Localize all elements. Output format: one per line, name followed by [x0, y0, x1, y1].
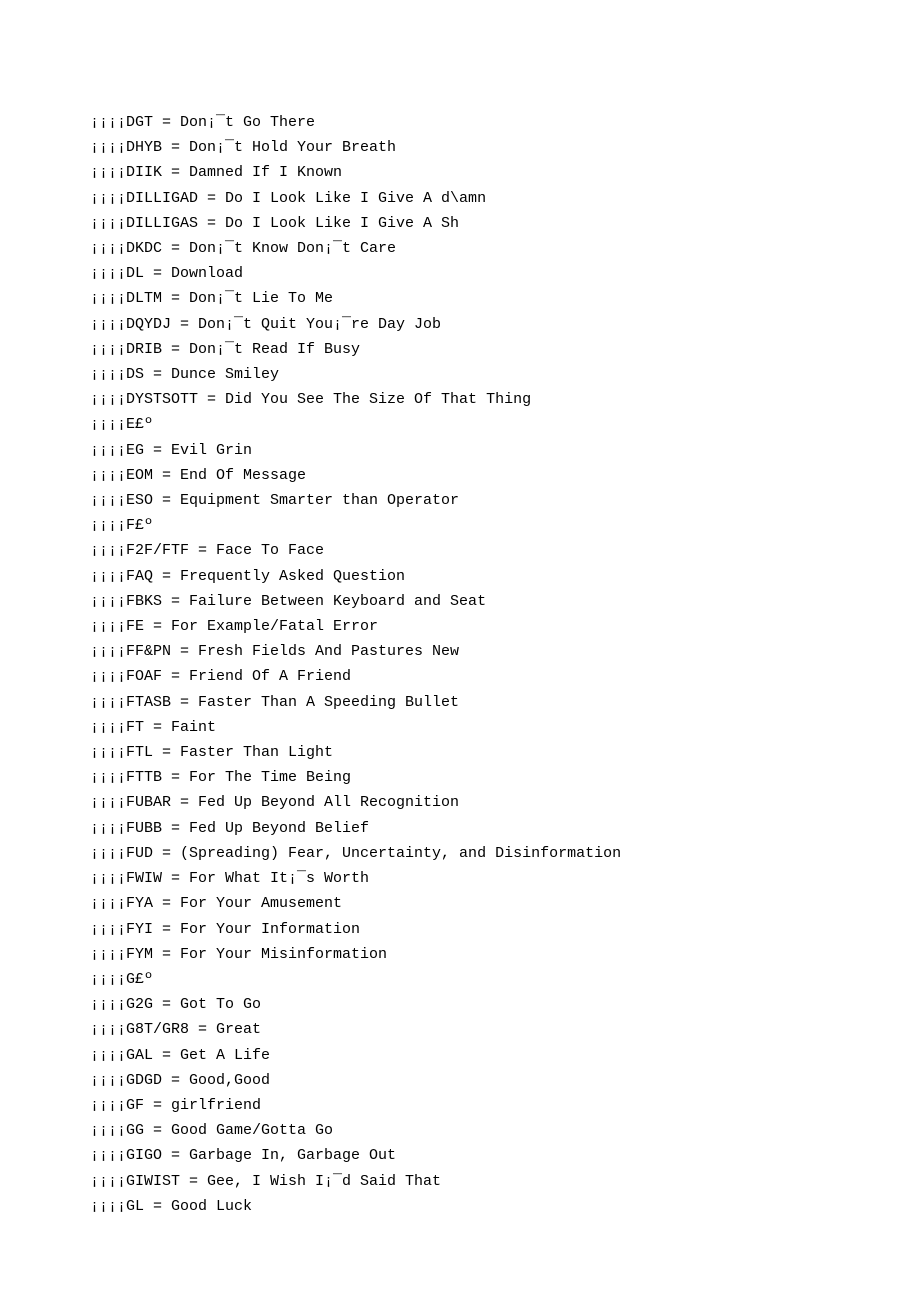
text-line: ¡¡¡¡FT = Faint [90, 715, 920, 740]
text-line: ¡¡¡¡DRIB = Don¡¯t Read If Busy [90, 337, 920, 362]
text-line: ¡¡¡¡DIIK = Damned If I Known [90, 160, 920, 185]
text-line: ¡¡¡¡DQYDJ = Don¡¯t Quit You¡¯re Day Job [90, 312, 920, 337]
text-line: ¡¡¡¡FUBAR = Fed Up Beyond All Recognitio… [90, 790, 920, 815]
text-line: ¡¡¡¡EG = Evil Grin [90, 438, 920, 463]
text-line: ¡¡¡¡FE = For Example/Fatal Error [90, 614, 920, 639]
text-line: ¡¡¡¡DGT = Don¡¯t Go There [90, 110, 920, 135]
text-line: ¡¡¡¡FBKS = Failure Between Keyboard and … [90, 589, 920, 614]
text-line: ¡¡¡¡DLTM = Don¡¯t Lie To Me [90, 286, 920, 311]
text-line: ¡¡¡¡G2G = Got To Go [90, 992, 920, 1017]
text-line: ¡¡¡¡FAQ = Frequently Asked Question [90, 564, 920, 589]
text-line: ¡¡¡¡GL = Good Luck [90, 1194, 920, 1219]
text-line: ¡¡¡¡FWIW = For What It¡¯s Worth [90, 866, 920, 891]
text-line: ¡¡¡¡G8T/GR8 = Great [90, 1017, 920, 1042]
text-line: ¡¡¡¡FOAF = Friend Of A Friend [90, 664, 920, 689]
text-line: ¡¡¡¡DHYB = Don¡¯t Hold Your Breath [90, 135, 920, 160]
text-line: ¡¡¡¡DYSTSOTT = Did You See The Size Of T… [90, 387, 920, 412]
text-line: ¡¡¡¡F£º [90, 513, 920, 538]
text-line: ¡¡¡¡GIGO = Garbage In, Garbage Out [90, 1143, 920, 1168]
text-line: ¡¡¡¡G£º [90, 967, 920, 992]
text-line: ¡¡¡¡DL = Download [90, 261, 920, 286]
text-line: ¡¡¡¡FTASB = Faster Than A Speeding Bulle… [90, 690, 920, 715]
text-line: ¡¡¡¡F2F/FTF = Face To Face [90, 538, 920, 563]
text-line: ¡¡¡¡FYM = For Your Misinformation [90, 942, 920, 967]
text-body: ¡¡¡¡DGT = Don¡¯t Go There¡¡¡¡DHYB = Don¡… [90, 110, 920, 1219]
text-line: ¡¡¡¡GF = girlfriend [90, 1093, 920, 1118]
text-line: ¡¡¡¡DKDC = Don¡¯t Know Don¡¯t Care [90, 236, 920, 261]
text-line: ¡¡¡¡DILLIGAD = Do I Look Like I Give A d… [90, 186, 920, 211]
text-line: ¡¡¡¡FTL = Faster Than Light [90, 740, 920, 765]
text-line: ¡¡¡¡GDGD = Good,Good [90, 1068, 920, 1093]
text-line: ¡¡¡¡GG = Good Game/Gotta Go [90, 1118, 920, 1143]
text-line: ¡¡¡¡FYI = For Your Information [90, 917, 920, 942]
text-line: ¡¡¡¡FYA = For Your Amusement [90, 891, 920, 916]
text-line: ¡¡¡¡FF&PN = Fresh Fields And Pastures Ne… [90, 639, 920, 664]
text-line: ¡¡¡¡FUD = (Spreading) Fear, Uncertainty,… [90, 841, 920, 866]
text-line: ¡¡¡¡DILLIGAS = Do I Look Like I Give A S… [90, 211, 920, 236]
text-line: ¡¡¡¡FUBB = Fed Up Beyond Belief [90, 816, 920, 841]
text-line: ¡¡¡¡GIWIST = Gee, I Wish I¡¯d Said That [90, 1169, 920, 1194]
text-line: ¡¡¡¡E£º [90, 412, 920, 437]
text-line: ¡¡¡¡EOM = End Of Message [90, 463, 920, 488]
text-line: ¡¡¡¡ESO = Equipment Smarter than Operato… [90, 488, 920, 513]
document-page: ¡¡¡¡DGT = Don¡¯t Go There¡¡¡¡DHYB = Don¡… [0, 0, 920, 1219]
text-line: ¡¡¡¡DS = Dunce Smiley [90, 362, 920, 387]
text-line: ¡¡¡¡FTTB = For The Time Being [90, 765, 920, 790]
text-line: ¡¡¡¡GAL = Get A Life [90, 1043, 920, 1068]
